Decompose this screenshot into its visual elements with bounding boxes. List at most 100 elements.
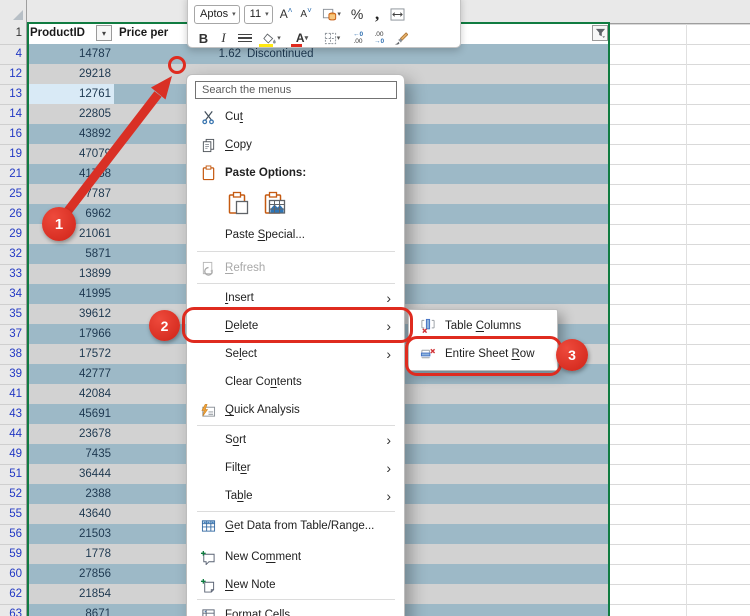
productid-cell-value: 7787: [27, 184, 111, 204]
get-data-table-icon: [197, 519, 219, 533]
row-number[interactable]: 38: [0, 344, 26, 365]
productid-cell-value: 17572: [27, 344, 111, 364]
menu-item-filter[interactable]: Filter ›: [189, 454, 403, 482]
grow-font-button[interactable]: A˄: [277, 5, 296, 24]
menu-item-insert[interactable]: Insert ›: [189, 284, 403, 312]
menu-item-refresh: Refresh: [189, 254, 403, 282]
productid-cell-value: 14787: [27, 44, 111, 64]
fill-color-button[interactable]: ▾: [257, 29, 287, 48]
menu-item-copy[interactable]: Copy: [189, 131, 403, 159]
menu-item-delete[interactable]: Delete ›: [189, 312, 403, 340]
row-number[interactable]: 60: [0, 564, 26, 585]
row-number[interactable]: 56: [0, 524, 26, 545]
format-cells-icon: [197, 608, 219, 616]
row-number[interactable]: 34: [0, 284, 26, 305]
font-name-select[interactable]: Aptos ▾: [194, 5, 240, 24]
row-number[interactable]: 41: [0, 384, 26, 405]
row-number[interactable]: 13: [0, 84, 26, 105]
row-number[interactable]: 29: [0, 224, 26, 245]
comma-style-button[interactable]: ,: [368, 5, 387, 24]
font-color-button[interactable]: A ▾: [288, 29, 316, 48]
new-note-icon: [197, 578, 219, 593]
row-number[interactable]: 33: [0, 264, 26, 285]
row-number[interactable]: 35: [0, 304, 26, 325]
row-number[interactable]: 59: [0, 544, 26, 565]
productid-cell-value: 42084: [27, 384, 111, 404]
search-input[interactable]: [195, 81, 397, 99]
status-filter-button[interactable]: [592, 25, 608, 41]
productid-cell-value: 7435: [27, 444, 111, 464]
menu-item-sort[interactable]: Sort ›: [189, 426, 403, 454]
productid-filter-button[interactable]: ▾: [96, 25, 112, 41]
number-format-button[interactable]: ▾: [317, 5, 347, 24]
format-painter-button[interactable]: [390, 29, 409, 48]
empty-cells-grid[interactable]: [610, 24, 750, 616]
row-number[interactable]: 26: [0, 204, 26, 225]
annotation-step-2: 2: [149, 310, 180, 341]
row-number[interactable]: 49: [0, 444, 26, 465]
row-number[interactable]: 55: [0, 504, 26, 525]
header-productid[interactable]: ProductID: [30, 23, 85, 44]
menu-item-format-cells[interactable]: Format Cells...: [189, 601, 403, 616]
row-number[interactable]: 4: [0, 44, 26, 65]
row-number[interactable]: 52: [0, 484, 26, 505]
row-number[interactable]: 19: [0, 144, 26, 165]
submenu-item-entire-sheet-row[interactable]: Entire Sheet Row: [411, 340, 555, 368]
font-color-bar: [291, 44, 302, 47]
paste-picture-button[interactable]: [261, 190, 288, 217]
row-number[interactable]: 16: [0, 124, 26, 145]
delete-submenu: Table Columns Entire Sheet Row: [408, 309, 558, 371]
borders-button[interactable]: ▾: [317, 29, 347, 48]
align-button[interactable]: [234, 29, 256, 48]
menu-item-get-data[interactable]: Get Data from Table/Range...: [189, 512, 403, 540]
productid-cell-value: 17966: [27, 324, 111, 344]
row-number[interactable]: 37: [0, 324, 26, 345]
menu-item-clear-contents[interactable]: Clear Contents: [189, 368, 403, 396]
row-number[interactable]: 21: [0, 164, 26, 185]
submenu-item-table-columns[interactable]: Table Columns: [411, 312, 555, 340]
excel-window: A B D E 1 ProductID ▾ Price per 4147871.…: [0, 0, 750, 616]
table-columns-delete-icon: [418, 318, 438, 334]
menu-item-select[interactable]: Select ›: [189, 340, 403, 368]
row-number[interactable]: 39: [0, 364, 26, 385]
scissors-icon: [197, 110, 219, 125]
row-number[interactable]: 62: [0, 584, 26, 605]
row-number-1[interactable]: 1: [0, 23, 26, 45]
percent-style-button[interactable]: %: [348, 5, 367, 24]
row-number[interactable]: 14: [0, 104, 26, 125]
number-format-icon: [322, 7, 337, 22]
paste-icon: [227, 191, 251, 216]
row-number[interactable]: 12: [0, 64, 26, 85]
menu-item-paste-special[interactable]: Paste Special...: [189, 221, 403, 249]
annotation-step-3: 3: [556, 339, 588, 371]
paste-picture-icon: [263, 191, 287, 216]
bold-button[interactable]: B: [194, 29, 213, 48]
row-number[interactable]: 25: [0, 184, 26, 205]
increase-decimal-button[interactable]: ←0.00: [348, 29, 368, 48]
submenu-arrow-icon: ›: [386, 461, 391, 475]
menu-item-table[interactable]: Table ›: [189, 482, 403, 510]
row-number[interactable]: 63: [0, 604, 26, 616]
productid-cell-value: 21503: [27, 524, 111, 544]
menu-item-new-comment[interactable]: New Comment: [189, 543, 403, 571]
format-painter-brush-icon: [392, 31, 408, 45]
chevron-down-icon: ▾: [337, 11, 341, 18]
select-all-corner[interactable]: [0, 0, 27, 24]
row-number[interactable]: 32: [0, 244, 26, 265]
row-number[interactable]: 51: [0, 464, 26, 485]
merge-center-button[interactable]: [388, 5, 407, 24]
font-size-select[interactable]: 11 ▾: [244, 5, 273, 24]
italic-button[interactable]: I: [214, 29, 233, 48]
menu-item-quick-analysis[interactable]: Quick Analysis: [189, 396, 403, 424]
menu-item-new-note[interactable]: New Note: [189, 571, 403, 599]
new-comment-icon: [197, 550, 219, 565]
paste-button[interactable]: [225, 190, 252, 217]
header-price-per[interactable]: Price per: [119, 23, 168, 44]
decrease-decimal-button[interactable]: .00→0: [369, 29, 389, 48]
productid-cell-value: 13899: [27, 264, 111, 284]
menu-item-cut[interactable]: Cut: [189, 103, 403, 131]
menu-separator: [197, 599, 395, 600]
row-number[interactable]: 44: [0, 424, 26, 445]
row-number[interactable]: 43: [0, 404, 26, 425]
shrink-font-button[interactable]: A˅: [297, 5, 316, 24]
